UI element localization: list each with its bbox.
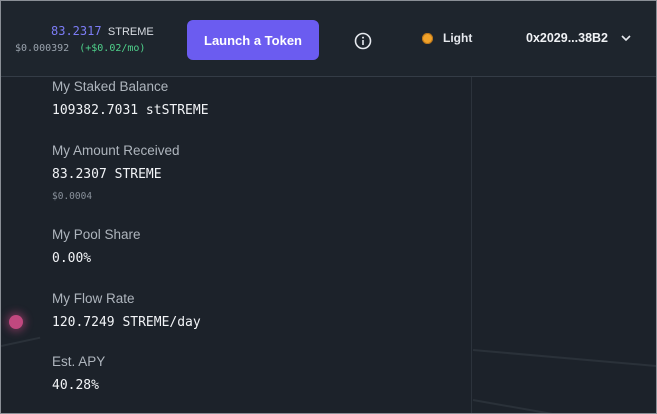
balance-usd-row: $0.000392 (+$0.02/mo)	[15, 43, 145, 54]
stat-usd-value: $0.0004	[52, 191, 93, 202]
staked-balance-stat: My Staked Balance 109382.7031 stSTREME	[52, 79, 209, 118]
flow-rate-stat: My Flow Rate 120.7249 STREME/day	[52, 291, 201, 330]
stat-label: My Pool Share	[52, 227, 141, 242]
stat-label: My Amount Received	[52, 143, 180, 158]
app-window: 83.2317 STREME $0.000392 (+$0.02/mo) Lau…	[0, 0, 657, 414]
panel-divider	[471, 77, 472, 413]
balance-usd: $0.000392	[15, 43, 70, 54]
network-node-dot	[9, 315, 23, 329]
stat-label: My Staked Balance	[52, 79, 169, 94]
stat-value: 109382.7031 stSTREME	[52, 103, 209, 118]
top-bar: 83.2317 STREME $0.000392 (+$0.02/mo) Lau…	[1, 1, 656, 77]
stat-value: 120.7249 STREME/day	[52, 315, 201, 330]
balance-change: (+$0.02/mo)	[79, 43, 146, 54]
stat-label: My Flow Rate	[52, 291, 135, 306]
wallet-address: 0x2029...38B2	[526, 31, 609, 45]
theme-label: Light	[443, 31, 473, 45]
est-apy-stat: Est. APY 40.28%	[52, 354, 105, 393]
wallet-menu[interactable]: 0x2029...38B2	[526, 31, 632, 45]
background-line	[472, 399, 552, 413]
stat-label: Est. APY	[52, 354, 106, 369]
token-balance: 83.2317 STREME	[51, 24, 154, 38]
info-icon[interactable]	[354, 32, 372, 50]
balance-symbol: STREME	[107, 26, 154, 38]
launch-token-button[interactable]: Launch a Token	[187, 20, 319, 60]
sun-icon	[422, 32, 433, 44]
balance-amount: 83.2317	[51, 24, 102, 38]
stat-value: 40.28%	[52, 378, 99, 393]
background-line	[1, 336, 41, 347]
stat-value: 83.2307 STREME	[52, 167, 162, 182]
pool-share-stat: My Pool Share 0.00%	[52, 227, 141, 266]
stat-value: 0.00%	[52, 251, 92, 266]
amount-received-stat: My Amount Received 83.2307 STREME $0.000…	[52, 143, 180, 202]
background-line	[472, 349, 656, 368]
staking-panel: My Staked Balance 109382.7031 stSTREME M…	[1, 77, 656, 413]
chevron-down-icon	[621, 35, 631, 42]
theme-toggle[interactable]: Light	[422, 31, 472, 45]
